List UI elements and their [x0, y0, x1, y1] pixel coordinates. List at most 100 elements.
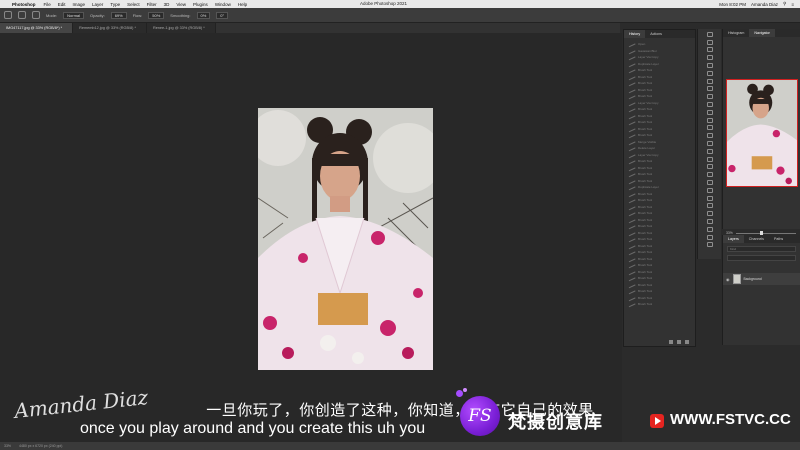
tool-icon[interactable]	[706, 148, 713, 154]
canvas-area[interactable]	[0, 33, 622, 443]
camera-icon[interactable]	[677, 340, 681, 344]
history-item[interactable]: Brush Tool	[627, 300, 693, 308]
clock[interactable]: Mon 8:02 PM	[719, 2, 746, 7]
tool-icon[interactable]	[706, 156, 713, 162]
trash-icon[interactable]	[685, 340, 689, 344]
history-panel: History Actions Open Gaussian Blur Layer V…	[623, 29, 696, 347]
tab-doc-1[interactable]: IMG47117.jpg @ 33% (RGB/8*) *	[0, 23, 74, 33]
tool-icon[interactable]	[706, 140, 713, 146]
tool-icon[interactable]	[706, 164, 713, 170]
user-name[interactable]: Amanda Diaz	[751, 2, 778, 7]
brush-preset-icon[interactable]	[32, 11, 40, 19]
portrait-photo[interactable]	[258, 108, 433, 370]
menu-3d[interactable]: 3D	[164, 2, 170, 7]
tool-icon[interactable]	[706, 179, 713, 185]
menu-filter[interactable]: Filter	[147, 2, 157, 7]
tool-icon[interactable]	[706, 55, 713, 61]
photoshop-window: Photoshop File Edit Image Layer Type Sel…	[0, 0, 800, 450]
tool-icon[interactable]	[706, 172, 713, 178]
history-item-label: Brush Tool	[638, 243, 653, 248]
history-item-label: Brush Tool	[638, 237, 653, 242]
tool-icon[interactable]	[706, 242, 713, 248]
tool-icon[interactable]	[706, 86, 713, 92]
home-icon[interactable]	[4, 11, 12, 19]
layer-kind-filter[interactable]: Kind	[727, 246, 796, 252]
history-item-label: Brush Tool	[638, 74, 653, 79]
menu-help[interactable]: Help	[238, 2, 247, 7]
history-item-label: Brush Tool	[638, 198, 653, 203]
layer-thumbnail	[732, 274, 741, 284]
menu-window[interactable]: Window	[215, 2, 231, 7]
menu-layer[interactable]: Layer	[92, 2, 103, 7]
tool-icon[interactable]	[706, 133, 713, 139]
tab-layers[interactable]: Layers	[723, 235, 744, 243]
tool-icon[interactable]	[706, 94, 713, 100]
tools-panel	[697, 29, 721, 259]
layers-tabs: Layers Channels Paths	[723, 235, 800, 243]
tool-icon[interactable]	[706, 70, 713, 76]
history-item-label: Duplicate Layer	[638, 185, 659, 190]
tab-paths[interactable]: Paths	[769, 235, 788, 243]
menu-file[interactable]: File	[44, 2, 51, 7]
tool-icon[interactable]	[706, 78, 713, 84]
navigator-thumbnail[interactable]	[726, 79, 798, 187]
opacity-field[interactable]: 69%	[110, 11, 127, 19]
angle-field[interactable]: 0°	[216, 11, 229, 19]
tool-icon[interactable]	[706, 218, 713, 224]
zoom-slider[interactable]	[735, 230, 796, 235]
opacity-label: Opacity:	[90, 12, 105, 18]
menu-select[interactable]: Select	[127, 2, 140, 7]
tool-icon[interactable]	[706, 31, 713, 37]
blend-mode-select[interactable]	[727, 255, 796, 261]
tool-icon[interactable]	[706, 195, 713, 201]
menu-plugins[interactable]: Plugins	[193, 2, 208, 7]
tool-icon[interactable]	[706, 187, 713, 193]
menu-type[interactable]: Type	[110, 2, 120, 7]
flow-field[interactable]: 50%	[148, 11, 165, 19]
tool-icon[interactable]	[706, 47, 713, 53]
tool-icon[interactable]	[706, 125, 713, 131]
mode-select[interactable]: Normal	[63, 11, 85, 19]
tab-history[interactable]: History	[624, 30, 646, 38]
tool-icon[interactable]	[706, 101, 713, 107]
history-item-label: Brush Tool	[638, 250, 653, 255]
menu-view[interactable]: View	[176, 2, 186, 7]
tab-actions[interactable]: Actions	[645, 30, 667, 38]
history-item-label: Brush Tool	[638, 211, 653, 216]
menu-image[interactable]: Image	[73, 2, 86, 7]
menu-edit[interactable]: Edit	[58, 2, 66, 7]
watermark-name: 梵摄创意库	[508, 412, 603, 432]
tool-icon[interactable]	[706, 62, 713, 68]
app-menu[interactable]: Photoshop	[12, 2, 36, 7]
search-icon[interactable]: ⚲	[783, 1, 786, 7]
brush-tool-icon[interactable]	[18, 11, 26, 19]
eye-icon[interactable]: ◉	[726, 277, 730, 282]
tab-doc-2[interactable]: Rememb12.jpg @ 33% (RGB/8) *	[73, 23, 147, 33]
flow-label: Flow:	[132, 12, 143, 18]
document-tabs: IMG47117.jpg @ 33% (RGB/8*) * Rememb12.j…	[0, 23, 620, 33]
tab-histogram[interactable]: Histogram	[723, 29, 749, 37]
zoom-slider-handle[interactable]	[759, 230, 763, 235]
tool-icon[interactable]	[706, 39, 713, 45]
tab-doc-3[interactable]: Renee-1.jpg @ 33% (RGB/8) *	[146, 23, 216, 33]
tab-navigator[interactable]: Navigator	[749, 29, 775, 37]
tool-icon[interactable]	[706, 226, 713, 232]
history-item-label: Brush Tool	[638, 133, 653, 138]
tool-icon[interactable]	[706, 211, 713, 217]
history-brush-icon	[627, 300, 636, 308]
watermark-logo: FS	[460, 396, 500, 436]
history-item-label: Brush Tool	[638, 289, 653, 294]
history-item-label: Brush Tool	[638, 126, 653, 131]
tool-icon[interactable]	[706, 203, 713, 209]
layer-row-background[interactable]: ◉ Background	[723, 273, 800, 285]
smoothing-field[interactable]: 0%	[196, 11, 211, 19]
tool-icon[interactable]	[706, 234, 713, 240]
tab-channels[interactable]: Channels	[744, 235, 769, 243]
mode-label: Mode:	[46, 12, 58, 18]
history-item-label: Brush Tool	[638, 302, 653, 307]
snapshot-icon[interactable]	[669, 340, 673, 344]
control-center-icon[interactable]: ≡	[791, 2, 794, 7]
tool-icon[interactable]	[706, 109, 713, 115]
tool-icon[interactable]	[706, 117, 713, 123]
status-zoom[interactable]: 33%	[4, 444, 11, 448]
